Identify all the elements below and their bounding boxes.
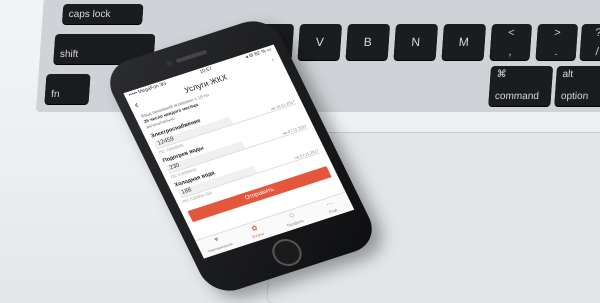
photo-scene: caps lock shift fn C V B N M < , > .: [0, 0, 600, 303]
slash-key[interactable]: ? /: [579, 24, 600, 60]
v-key[interactable]: V: [297, 24, 343, 60]
b-label: B: [363, 35, 373, 49]
v-label: V: [315, 35, 325, 49]
m-label: M: [458, 35, 470, 49]
n-label: N: [410, 35, 421, 49]
comma-bottom-label: ,: [508, 46, 513, 58]
m-key[interactable]: M: [441, 24, 487, 60]
caps-lock-label: caps lock: [68, 9, 111, 20]
option-label: option: [560, 91, 589, 102]
back-icon[interactable]: ‹: [133, 100, 141, 111]
option-symbol: alt: [562, 69, 574, 80]
fn-label: fn: [50, 89, 60, 100]
shift-label: shift: [59, 49, 79, 60]
command-symbol: ⌘: [496, 69, 507, 80]
caps-lock-key[interactable]: caps lock: [62, 4, 144, 24]
period-key[interactable]: > .: [535, 24, 579, 60]
option-key[interactable]: alt option: [554, 66, 600, 106]
period-bottom-label: .: [554, 46, 559, 58]
command-label: command: [494, 91, 540, 102]
period-top-label: >: [553, 27, 562, 39]
slash-top-label: ?: [594, 27, 600, 39]
slash-bottom-label: /: [595, 46, 600, 58]
comma-key[interactable]: < ,: [489, 24, 533, 60]
close-icon[interactable]: ×: [270, 57, 275, 63]
fn-key[interactable]: fn: [44, 74, 91, 104]
comma-top-label: <: [507, 27, 516, 39]
command-key[interactable]: ⌘ command: [488, 66, 554, 106]
n-key[interactable]: N: [393, 24, 439, 60]
tab-more-label: Ещё: [327, 207, 338, 215]
b-key[interactable]: B: [345, 24, 391, 60]
